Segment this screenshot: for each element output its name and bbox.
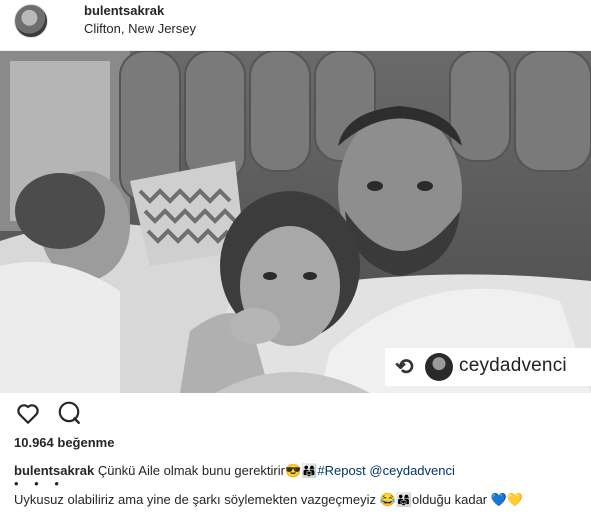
- family-selfie-photo: [0, 51, 591, 393]
- repost-tag[interactable]: ⟲ ceydadvenci: [385, 348, 591, 386]
- heart-icon[interactable]: [15, 400, 41, 426]
- comment-icon[interactable]: [56, 400, 82, 426]
- caption-line-2: Uykusuz olabiliriz ama yine de şarkı söy…: [14, 492, 524, 507]
- repost-avatar: [425, 353, 453, 381]
- post-header: bulentsakrak Clifton, New Jersey: [0, 0, 591, 51]
- caption-text: Çünkü Aile olmak bunu gerektirir😎👨‍👩‍👧: [97, 463, 318, 478]
- post-actions: [0, 400, 591, 428]
- post-location[interactable]: Clifton, New Jersey: [84, 21, 196, 36]
- post-photo[interactable]: ⟲ ceydadvenci: [0, 51, 591, 393]
- repost-username: ceydadvenci: [459, 355, 567, 376]
- post-username[interactable]: bulentsakrak: [84, 3, 164, 18]
- likes-count[interactable]: 10.964 beğenme: [14, 435, 114, 450]
- caption: bulentsakrak Çünkü Aile olmak bunu gerek…: [14, 463, 455, 479]
- caption-mention[interactable]: @ceydadvenci: [369, 463, 454, 478]
- avatar[interactable]: [14, 4, 48, 38]
- caption-separator: • • •: [14, 476, 65, 491]
- repost-icon: ⟲: [395, 354, 414, 379]
- caption-hashtag[interactable]: #Repost: [317, 463, 365, 478]
